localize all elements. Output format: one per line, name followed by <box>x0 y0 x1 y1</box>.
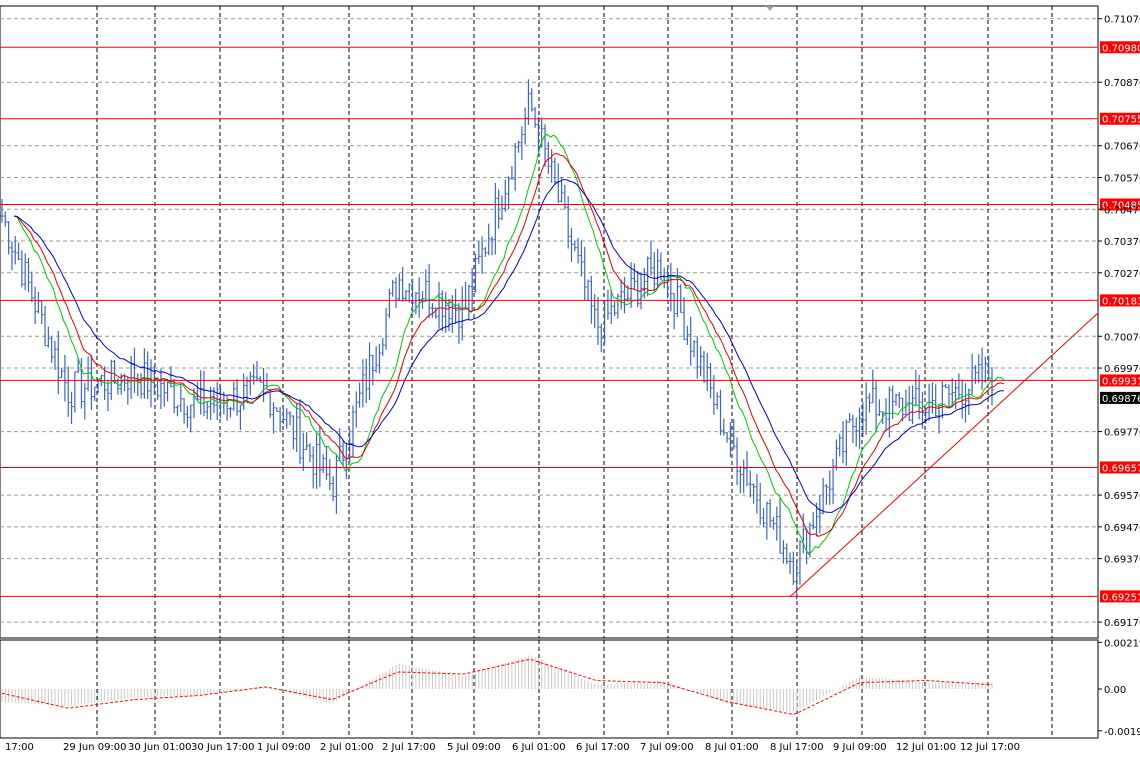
y-tick-label: 0.70270 <box>1104 269 1140 280</box>
x-tick-label: 1 Jul 09:00 <box>257 742 311 753</box>
y-tick-label: 0.71070 <box>1104 15 1140 26</box>
level-label: 0.69251 <box>1102 592 1140 603</box>
y-tick-label: 0.70470 <box>1104 205 1140 216</box>
forex-chart[interactable]: 0.70980 0.70755 0.70485 0.70183 0.69931 0.696… <box>0 0 1140 758</box>
x-tick-label: 2 Jul 01:00 <box>320 742 374 753</box>
y-tick-label: 0.70870 <box>1104 78 1140 89</box>
x-axis: 17:00 29 Jun 09:00 30 Jun 01:00 30 Jun 17:0… <box>5 742 1020 753</box>
x-tick-label: 6 Jul 17:00 <box>576 742 630 753</box>
x-tick-label: 12 Jul 01:00 <box>896 742 956 753</box>
x-tick-label: 8 Jul 17:00 <box>770 742 824 753</box>
y-tick-label: 0.69770 <box>1104 428 1140 439</box>
indicator-tick-label: 0.00 <box>1104 685 1126 696</box>
y-tick-label: 0.69370 <box>1104 555 1140 566</box>
y-tick-label: 0.70570 <box>1104 173 1140 184</box>
y-tick-label: 0.69970 <box>1104 364 1140 375</box>
x-tick-label: 30 Jun 01:00 <box>128 742 192 753</box>
y-tick-label: 0.69470 <box>1104 523 1140 534</box>
indicator-tick-label: -0.00196 <box>1104 727 1140 738</box>
x-tick-label: 7 Jul 09:00 <box>640 742 694 753</box>
level-label: 0.70183 <box>1102 296 1140 307</box>
level-label: 0.69657 <box>1102 463 1140 474</box>
y-tick-label: 0.69570 <box>1104 491 1140 502</box>
y-tick-label: 0.70670 <box>1104 142 1140 153</box>
x-tick-label: 29 Jun 09:00 <box>63 742 127 753</box>
level-label: 0.70755 <box>1102 115 1140 126</box>
y-tick-label: 0.70370 <box>1104 237 1140 248</box>
level-label: 0.70980 <box>1102 43 1140 54</box>
x-tick-label: 8 Jul 01:00 <box>705 742 759 753</box>
indicator-tick-label: 0.00219 <box>1104 638 1140 649</box>
level-label: 0.69931 <box>1102 376 1140 387</box>
x-tick-label: 12 Jul 17:00 <box>960 742 1020 753</box>
x-tick-label: 2 Jul 17:00 <box>382 742 436 753</box>
y-tick-label: 0.69170 <box>1104 618 1140 629</box>
x-tick-label: 5 Jul 09:00 <box>447 742 501 753</box>
x-tick-label: 6 Jul 01:00 <box>512 742 566 753</box>
x-tick-label: 30 Jun 17:00 <box>191 742 255 753</box>
current-price-label: 0.69876 <box>1102 394 1140 405</box>
chart-svg[interactable]: 0.709800.707550.704850.701830.699310.696… <box>0 0 1140 758</box>
y-tick-label: 0.70070 <box>1104 332 1140 343</box>
x-tick-label: 17:00 <box>5 742 34 753</box>
x-tick-label: 9 Jul 09:00 <box>833 742 887 753</box>
